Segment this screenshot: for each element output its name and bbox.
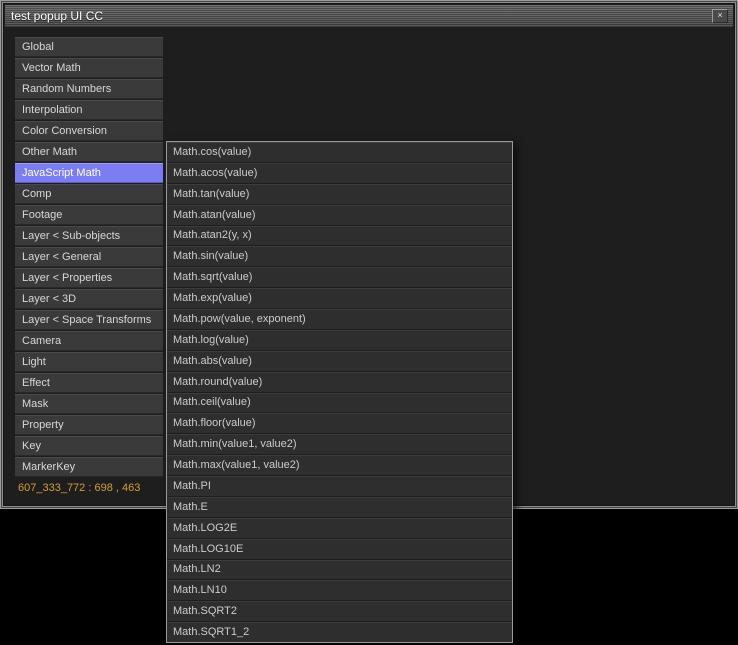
menu-item[interactable]: Math.SQRT2 xyxy=(167,601,512,623)
menu-item[interactable]: Math.LOG2E xyxy=(167,517,512,539)
window-title: test popup UI CC xyxy=(11,9,104,23)
window-titlebar[interactable]: test popup UI CC × xyxy=(5,5,733,27)
menu-item[interactable]: Math.LN10 xyxy=(167,580,512,602)
sidebar-item-layer-3d[interactable]: Layer < 3D xyxy=(15,289,163,309)
sidebar-item-effect[interactable]: Effect xyxy=(15,373,163,393)
menu-item[interactable]: Math.tan(value) xyxy=(167,183,512,205)
screen-background: test popup UI CC × Global Vector Math Rand… xyxy=(0,0,738,645)
menu-item[interactable]: Math.sin(value) xyxy=(167,246,512,268)
close-icon: × xyxy=(717,10,723,20)
sidebar-item-markerkey[interactable]: MarkerKey xyxy=(15,457,163,477)
menu-item[interactable]: Math.floor(value) xyxy=(167,413,512,435)
menu-item[interactable]: Math.min(value1, value2) xyxy=(167,434,512,456)
menu-item[interactable]: Math.round(value) xyxy=(167,371,512,393)
menu-item[interactable]: Math.acos(value) xyxy=(167,162,512,184)
menu-item[interactable]: Math.LOG10E xyxy=(167,538,512,560)
sidebar-item-layer-sub-objects[interactable]: Layer < Sub-objects xyxy=(15,226,163,246)
sidebar-item-layer-general[interactable]: Layer < General xyxy=(15,247,163,267)
menu-item[interactable]: Math.sqrt(value) xyxy=(167,267,512,289)
menu-item[interactable]: Math.max(value1, value2) xyxy=(167,455,512,476)
popup-menu-list: Math.cos(value) Math.acos(value) Math.tan(… xyxy=(167,142,512,642)
status-text: 607_333_772 : 698 , 463 xyxy=(18,482,141,494)
sidebar-item-camera[interactable]: Camera xyxy=(15,331,163,351)
menu-item[interactable]: Math.cos(value) xyxy=(167,142,512,163)
sidebar-item-color-conversion[interactable]: Color Conversion xyxy=(15,121,163,141)
menu-item[interactable]: Math.exp(value) xyxy=(167,288,512,309)
sidebar-item-random-numbers[interactable]: Random Numbers xyxy=(15,79,163,99)
sidebar-item-mask[interactable]: Mask xyxy=(15,394,163,414)
menu-item[interactable]: Math.atan2(y, x) xyxy=(167,225,512,247)
sidebar-item-comp[interactable]: Comp xyxy=(15,184,163,204)
menu-item[interactable]: Math.abs(value) xyxy=(167,350,512,372)
menu-item[interactable]: Math.pow(value, exponent) xyxy=(167,309,512,330)
sidebar-item-javascript-math[interactable]: JavaScript Math xyxy=(15,163,163,183)
menu-item[interactable]: Math.ceil(value) xyxy=(167,392,512,414)
close-button[interactable]: × xyxy=(712,9,728,23)
menu-item[interactable]: Math.LN2 xyxy=(167,559,512,581)
menu-item[interactable]: Math.PI xyxy=(167,476,512,497)
sidebar-item-layer-space-transforms[interactable]: Layer < Space Transforms xyxy=(15,310,163,330)
sidebar-item-light[interactable]: Light xyxy=(15,352,163,372)
sidebar-item-other-math[interactable]: Other Math xyxy=(15,142,163,162)
sidebar-item-footage[interactable]: Footage xyxy=(15,205,163,225)
sidebar-item-layer-properties[interactable]: Layer < Properties xyxy=(15,268,163,288)
sidebar-item-interpolation[interactable]: Interpolation xyxy=(15,100,163,120)
sidebar-item-key[interactable]: Key xyxy=(15,436,163,456)
sidebar-item-vector-math[interactable]: Vector Math xyxy=(15,58,163,78)
sidebar-item-property[interactable]: Property xyxy=(15,415,163,435)
menu-item[interactable]: Math.E xyxy=(167,496,512,518)
menu-item[interactable]: Math.SQRT1_2 xyxy=(167,622,512,642)
menu-item[interactable]: Math.atan(value) xyxy=(167,204,512,226)
category-list: Global Vector Math Random Numbers Interpola… xyxy=(15,37,163,478)
sidebar-item-global[interactable]: Global xyxy=(15,37,163,57)
menu-item[interactable]: Math.log(value) xyxy=(167,329,512,351)
popup-menu: Math.cos(value) Math.acos(value) Math.tan(… xyxy=(166,141,513,643)
